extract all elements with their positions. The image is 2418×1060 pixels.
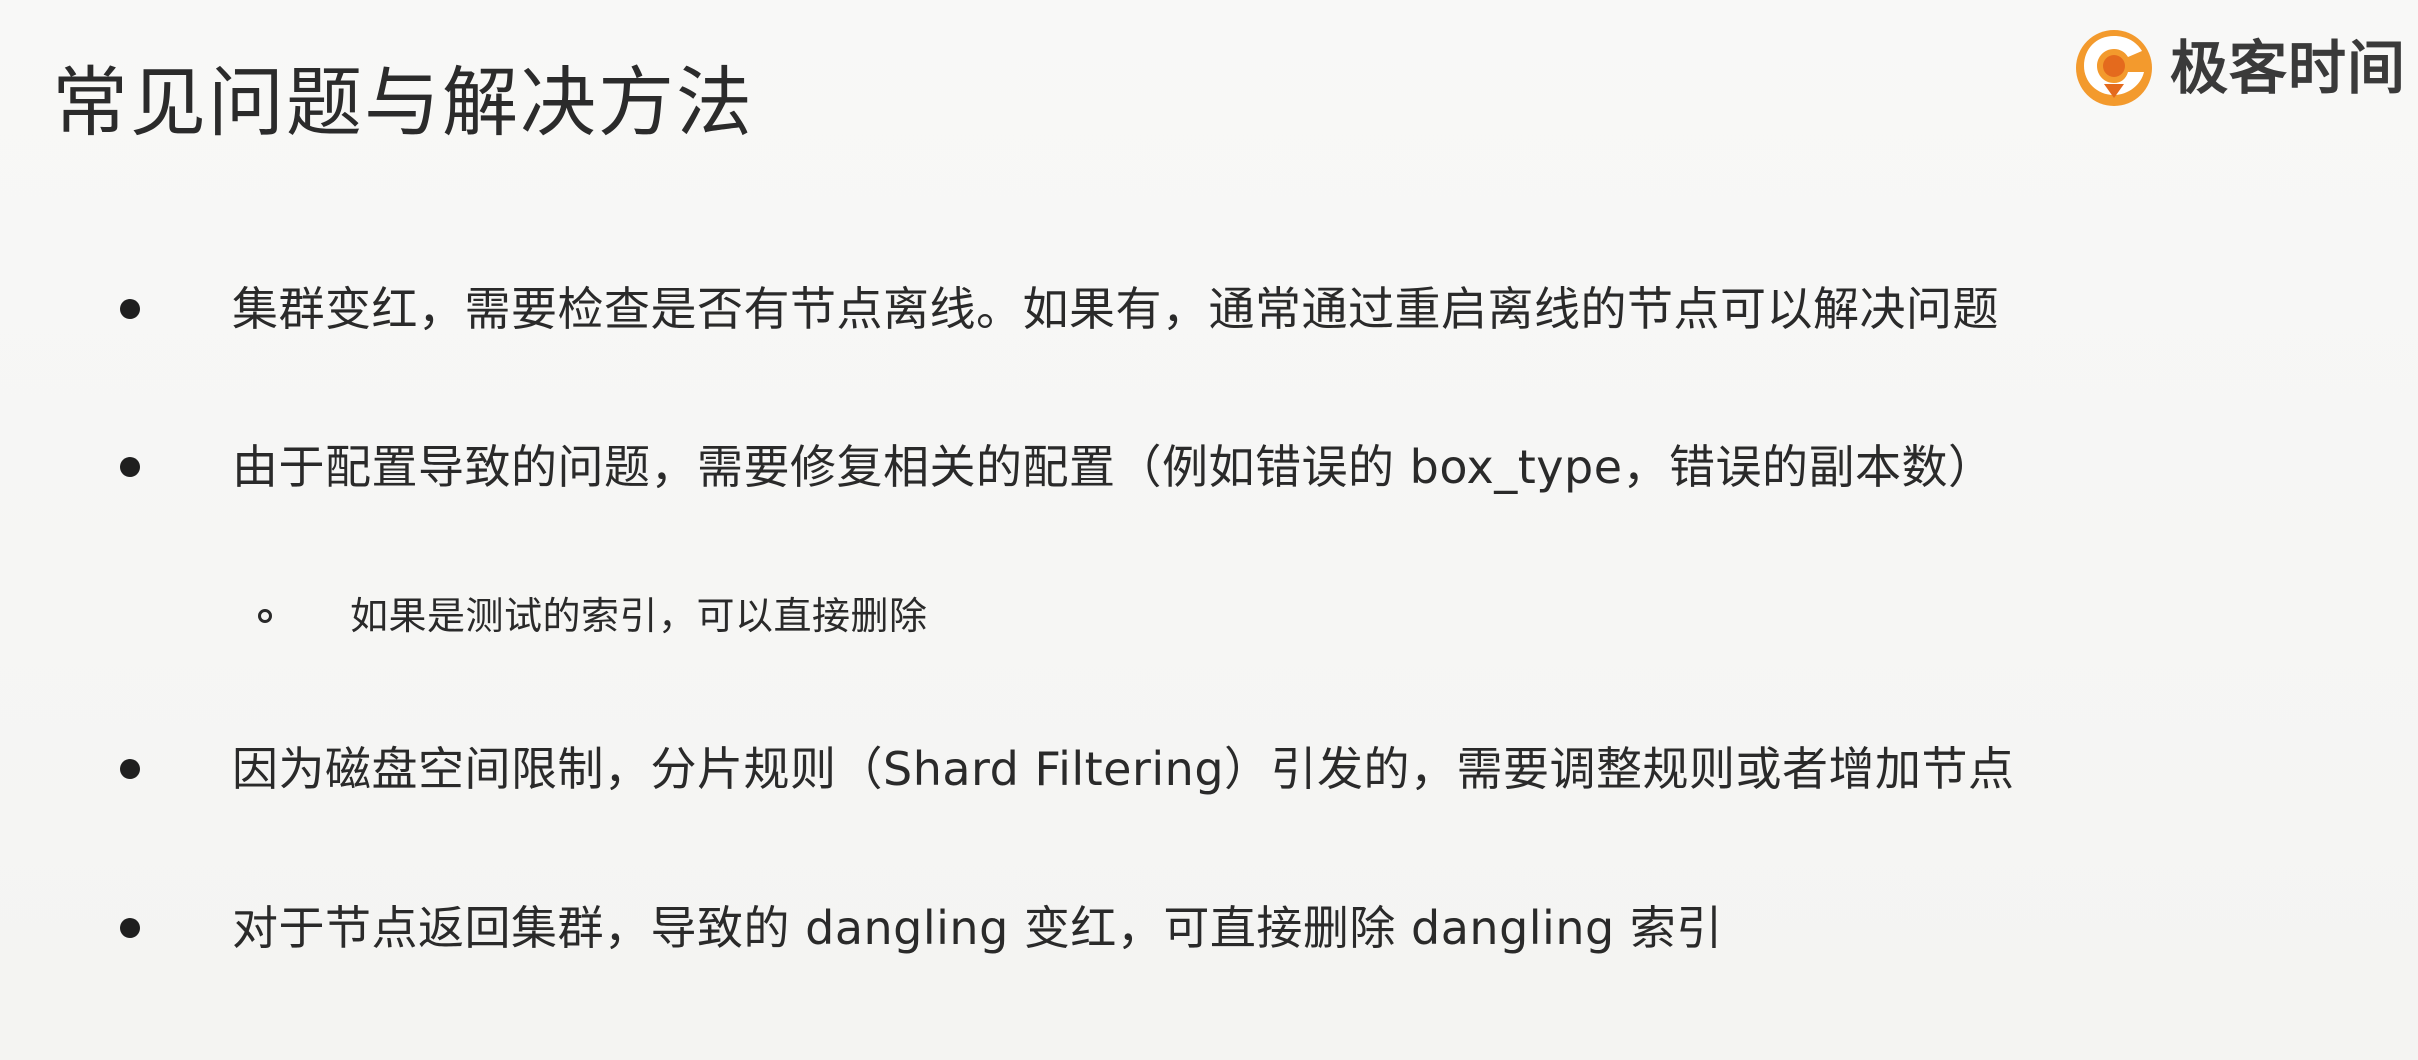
bullet-text-1: 集群变红，需要检查是否有节点离线。如果有，通常通过重启离线的节点可以解决问题 xyxy=(232,282,1999,336)
subbullet-circle xyxy=(258,609,272,623)
bullet-item-3: 因为磁盘空间限制，分片规则（Shard Filtering）引发的，需要调整规则… xyxy=(120,734,2015,804)
bullet-list: 集群变红，需要检查是否有节点离线。如果有，通常通过重启离线的节点可以解决问题 由… xyxy=(0,0,2418,1060)
bullet-text-3: 因为磁盘空间限制，分片规则（Shard Filtering）引发的，需要调整规则… xyxy=(232,742,2015,796)
bullet-item-1: 集群变红，需要检查是否有节点离线。如果有，通常通过重启离线的节点可以解决问题 xyxy=(120,274,1999,344)
bullet-dot xyxy=(120,299,140,319)
slide: 常见问题与解决方法 极客时间 集群变红，需要检查是否有节点离线。如果有，通常通过… xyxy=(0,0,2418,1060)
bullet-dot xyxy=(120,759,140,779)
subbullet-text-1: 如果是测试的索引，可以直接删除 xyxy=(350,594,928,638)
bullet-dot xyxy=(120,457,140,477)
bullet-item-2: 由于配置导致的问题，需要修复相关的配置（例如错误的 box_type，错误的副本… xyxy=(120,432,1995,502)
bullet-item-4: 对于节点返回集群，导致的 dangling 变红，可直接删除 dangling … xyxy=(120,893,1723,963)
bullet-text-4: 对于节点返回集群，导致的 dangling 变红，可直接删除 dangling … xyxy=(232,901,1723,955)
bullet-dot xyxy=(120,918,140,938)
subbullet-item-1: 如果是测试的索引，可以直接删除 xyxy=(258,586,928,646)
bullet-text-2: 由于配置导致的问题，需要修复相关的配置（例如错误的 box_type，错误的副本… xyxy=(232,440,1995,494)
